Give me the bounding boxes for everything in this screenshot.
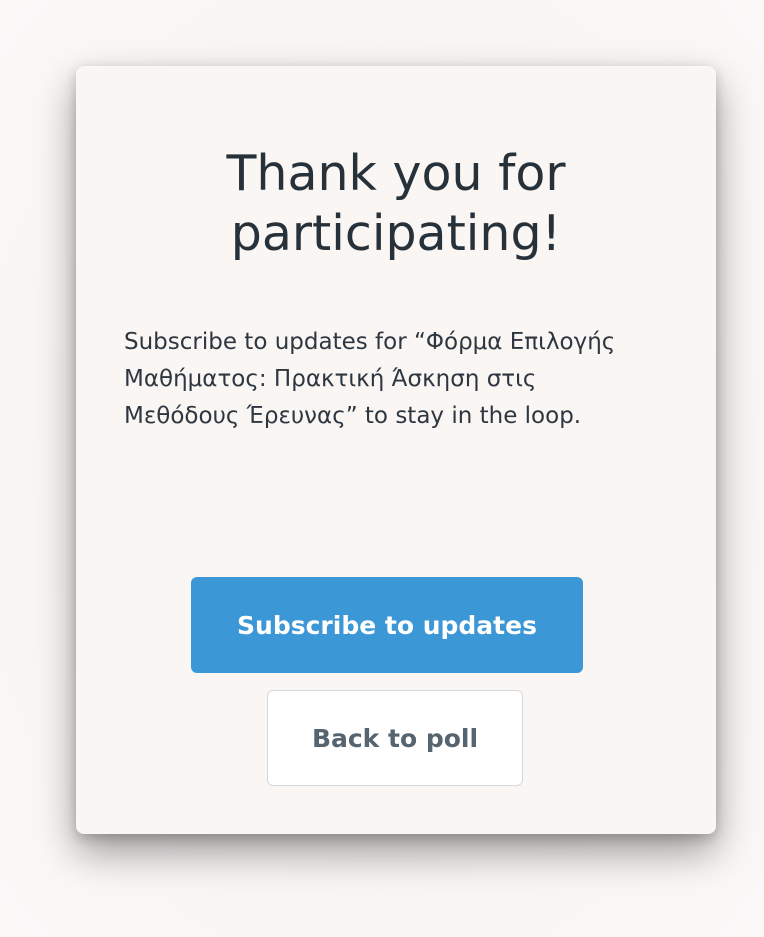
subscribe-message: Subscribe to updates for “Φόρμα Επιλογής…: [124, 329, 616, 429]
dialog-title: Thank you for participating!: [226, 145, 566, 262]
back-to-poll-button[interactable]: Back to poll: [267, 690, 523, 786]
subscribe-button[interactable]: Subscribe to updates: [191, 577, 583, 673]
thank-you-card: Thank you for participating! Subscribe t…: [76, 66, 716, 834]
